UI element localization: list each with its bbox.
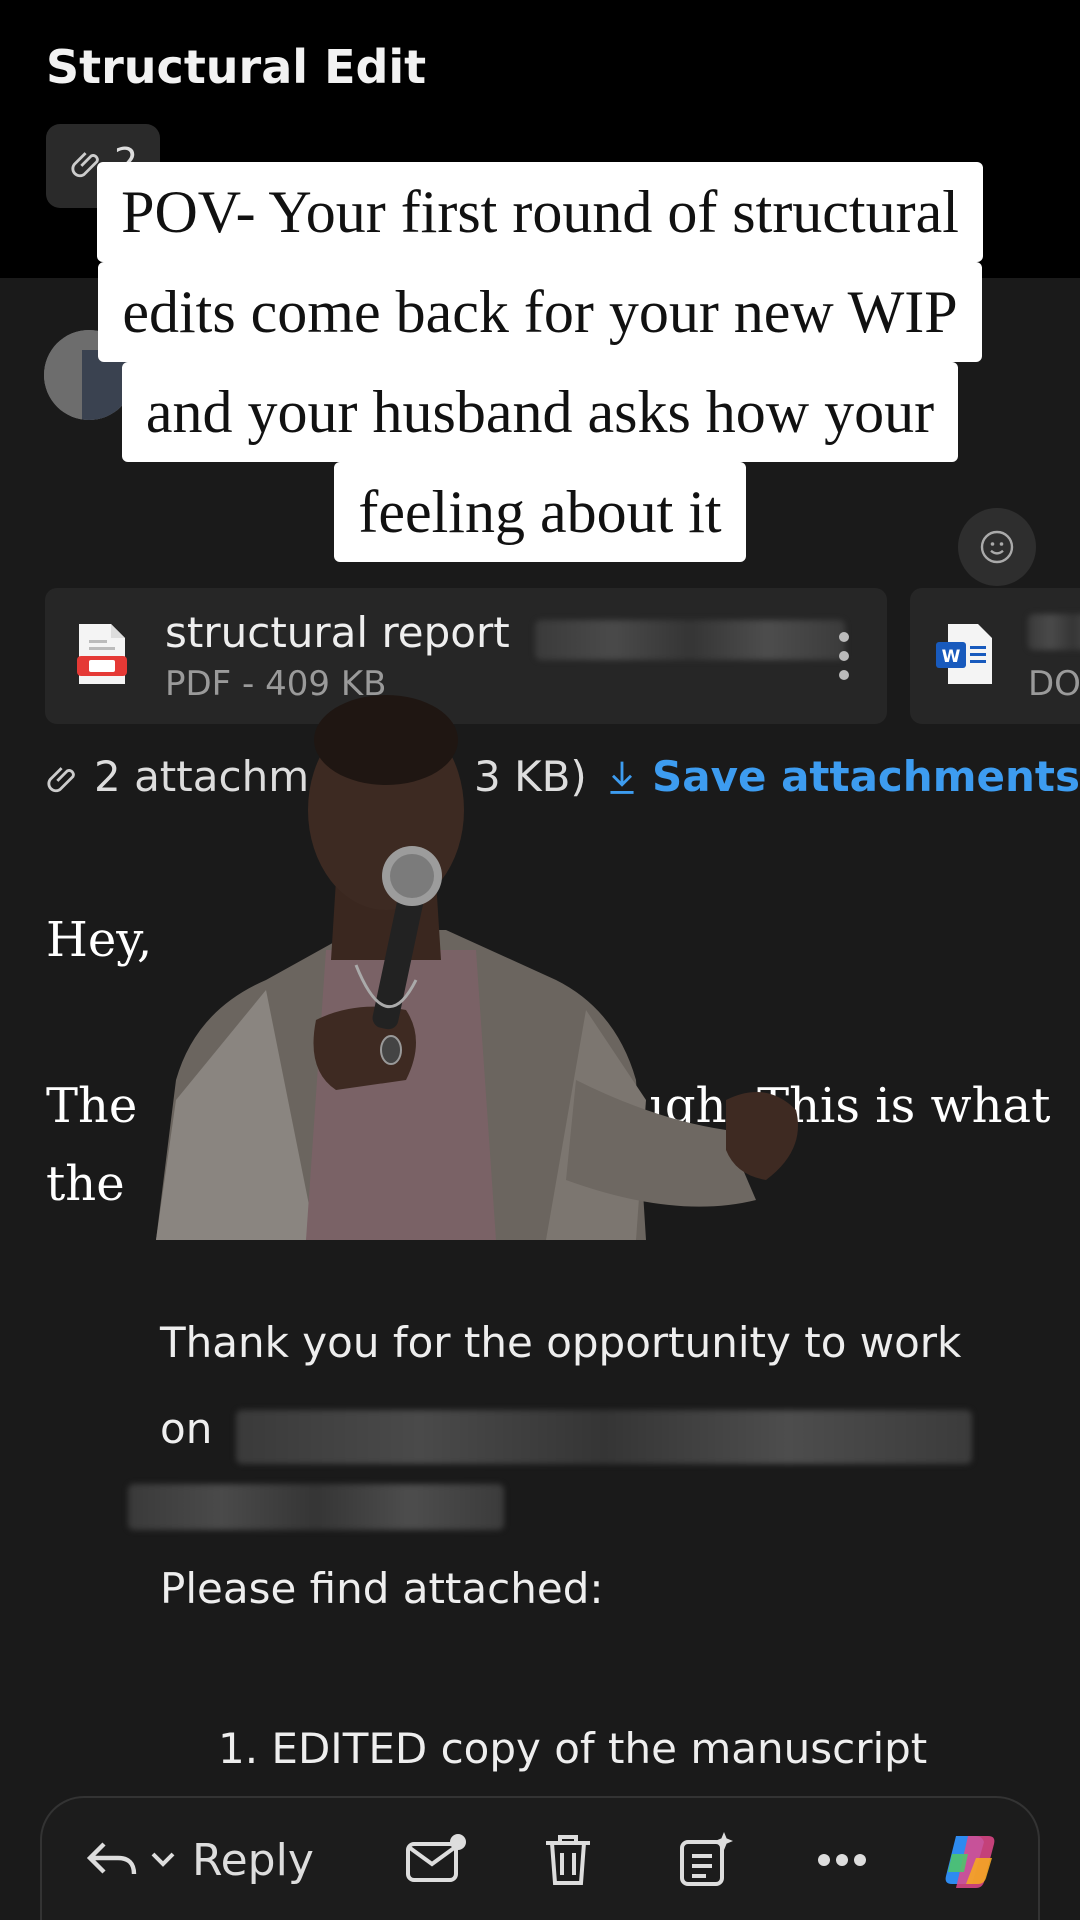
pdf-file-icon xyxy=(77,624,127,684)
reply-button[interactable]: Reply xyxy=(84,1828,314,1892)
redacted-text xyxy=(128,1484,504,1530)
more-horizontal-icon xyxy=(818,1854,866,1866)
copilot-button[interactable] xyxy=(940,1828,1004,1892)
delete-button[interactable] xyxy=(542,1828,594,1892)
word-doc-icon: W xyxy=(936,624,992,684)
list-sparkle-icon xyxy=(680,1832,733,1886)
list-item-1: 1. EDITED copy of the manuscript xyxy=(218,1724,928,1773)
mail-unread-icon xyxy=(406,1834,466,1882)
trash-icon xyxy=(546,1835,590,1885)
more-actions-button[interactable] xyxy=(816,1828,868,1892)
please-find-attached: Please find attached: xyxy=(160,1564,604,1613)
summarize-button[interactable] xyxy=(676,1828,736,1892)
attachment-meta: DO xyxy=(1028,664,1080,704)
copilot-icon xyxy=(945,1836,995,1888)
chevron-down-icon xyxy=(151,1852,175,1867)
email-body-line2-start: the xyxy=(46,1156,125,1212)
attachment-card-doc[interactable]: W DO xyxy=(910,588,1080,724)
paperclip-icon xyxy=(47,767,75,793)
redacted-filename xyxy=(535,620,845,660)
reply-icon xyxy=(86,1842,137,1875)
redacted-filename xyxy=(1028,614,1080,650)
quoted-line2: on xyxy=(160,1404,213,1453)
reply-label: Reply xyxy=(192,1834,314,1886)
redacted-text xyxy=(236,1410,972,1464)
more-options-icon[interactable] xyxy=(839,632,849,680)
caption-line: feeling about it xyxy=(334,462,746,562)
quoted-line1: Thank you for the opportunity to work xyxy=(160,1318,962,1367)
caption-line: edits come back for your new WIP xyxy=(98,262,982,362)
attachment-name: structural report xyxy=(165,608,510,657)
meme-caption: POV- Your first round of structural edit… xyxy=(0,162,1080,562)
bottom-action-bar: Reply xyxy=(40,1796,1040,1920)
caption-line: and your husband asks how your xyxy=(121,362,959,462)
caption-line: POV- Your first round of structural xyxy=(97,162,983,262)
svg-text:W: W xyxy=(942,647,961,667)
mark-unread-button[interactable] xyxy=(404,1828,468,1892)
email-subject: Structural Edit xyxy=(46,40,427,94)
meme-photo-overlay xyxy=(156,695,798,1240)
